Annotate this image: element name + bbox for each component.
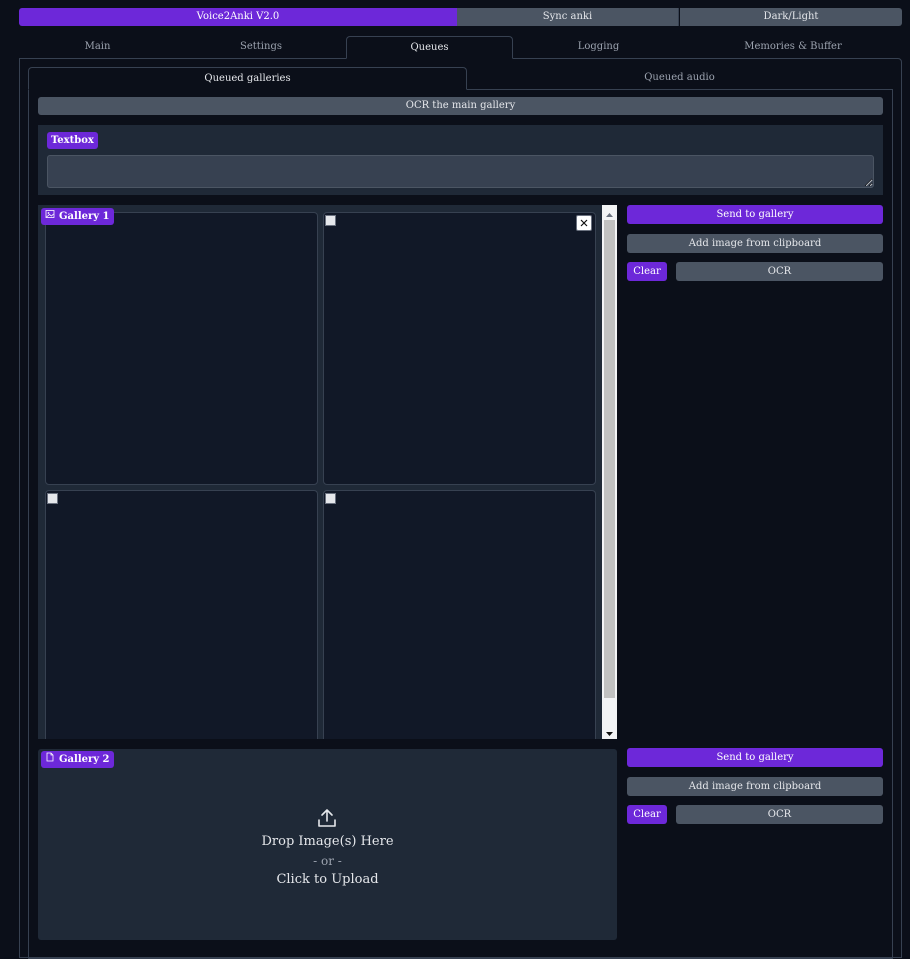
tab-main[interactable]: Main xyxy=(19,36,176,58)
gallery-1-image-2[interactable] xyxy=(323,212,596,485)
theme-toggle-button[interactable]: Dark/Light xyxy=(680,8,902,26)
gallery-1-add-from-clipboard-button[interactable]: Add image from clipboard xyxy=(627,234,883,253)
or-separator-text: - or - xyxy=(313,854,342,868)
image-icon xyxy=(45,208,55,225)
upload-icon xyxy=(316,807,338,832)
tab-logging[interactable]: Logging xyxy=(516,36,681,58)
scrollbar-thumb[interactable] xyxy=(604,220,615,698)
gallery-1-ocr-button[interactable]: OCR xyxy=(676,262,883,281)
gallery-1-send-to-gallery-button[interactable]: Send to gallery xyxy=(627,205,883,224)
broken-image-icon xyxy=(325,215,336,226)
gallery-1-label-text: Gallery 1 xyxy=(59,211,110,222)
gallery-2-label-text: Gallery 2 xyxy=(59,754,110,765)
ocr-main-gallery-button[interactable]: OCR the main gallery xyxy=(38,97,883,115)
close-icon xyxy=(577,216,591,233)
gallery-2-clear-button[interactable]: Clear xyxy=(627,805,667,824)
gallery-1-scrollbar[interactable] xyxy=(602,205,617,739)
scroll-down-icon[interactable] xyxy=(605,728,614,741)
app-title-button[interactable]: Voice2Anki V2.0 xyxy=(19,8,457,26)
broken-image-icon xyxy=(47,493,58,504)
gallery-1-image-1[interactable] xyxy=(45,212,318,485)
tab-memories[interactable]: Memories & Buffer xyxy=(684,36,902,58)
broken-image-icon xyxy=(325,493,336,504)
gallery-1-image-4[interactable] xyxy=(323,490,596,739)
drop-images-text: Drop Image(s) Here xyxy=(261,834,394,849)
sync-anki-button[interactable]: Sync anki xyxy=(457,8,679,26)
gallery-1-clear-button[interactable] xyxy=(576,215,592,231)
gallery-2-send-to-gallery-button[interactable]: Send to gallery xyxy=(627,748,883,767)
gallery-2-add-from-clipboard-button[interactable]: Add image from clipboard xyxy=(627,777,883,796)
gallery-1-clear-button-text[interactable]: Clear xyxy=(627,262,667,281)
tab-queued-galleries[interactable]: Queued galleries xyxy=(28,67,467,90)
tab-queued-audio[interactable]: Queued audio xyxy=(467,67,892,89)
click-to-upload-text: Click to Upload xyxy=(276,872,379,887)
gallery-1-label: Gallery 1 xyxy=(41,208,114,225)
file-icon xyxy=(45,751,55,768)
gallery-2-label: Gallery 2 xyxy=(41,751,114,768)
gallery-2-ocr-button[interactable]: OCR xyxy=(676,805,883,824)
tab-settings[interactable]: Settings xyxy=(180,36,342,58)
textbox-label: Textbox xyxy=(47,132,98,149)
gallery-1-image-3[interactable] xyxy=(45,490,318,739)
tab-queues[interactable]: Queues xyxy=(346,36,513,59)
textbox-input[interactable] xyxy=(47,155,874,188)
